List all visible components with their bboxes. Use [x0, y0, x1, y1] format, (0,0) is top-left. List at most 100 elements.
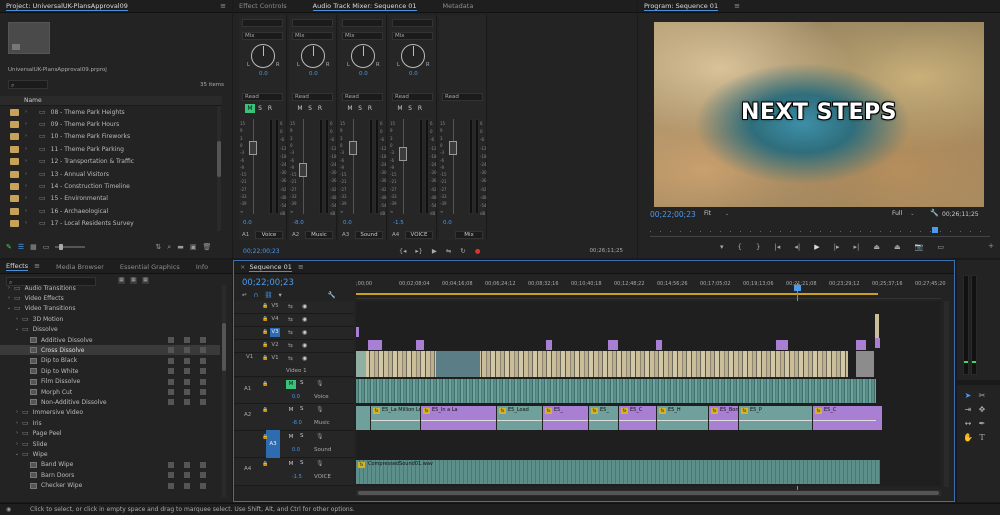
mute-button[interactable]: M	[286, 380, 296, 389]
panel-menu-icon[interactable]: ≡	[34, 263, 40, 270]
chevron-right-icon[interactable]: ›	[25, 146, 27, 153]
timeline-playhead-handle[interactable]	[794, 285, 801, 291]
solo-button[interactable]: S	[300, 406, 304, 412]
zoom-slider[interactable]	[55, 244, 86, 250]
compare-icon[interactable]: ▭	[937, 243, 944, 251]
bin-item[interactable]: › ▭ 16 - Archaeological	[0, 205, 216, 217]
effect-select[interactable]	[392, 19, 433, 27]
extract-icon[interactable]: ⏏	[894, 243, 901, 251]
tab-sequence[interactable]: Sequence 01	[249, 263, 292, 272]
eye-icon[interactable]: ◉	[302, 329, 307, 336]
sync-lock-icon[interactable]: ⇆	[288, 303, 293, 310]
chevron-right-icon[interactable]: ›	[25, 183, 27, 190]
volume-rubberband[interactable]	[619, 420, 656, 421]
track-msr-button[interactable]: S	[355, 104, 365, 113]
effects-scrollbar[interactable]	[222, 285, 226, 497]
volume-value[interactable]: 0.0	[343, 220, 352, 226]
audio-clip-music[interactable]: fx E5_P	[738, 406, 812, 430]
audio-track-header[interactable]: A2 🔒 M S 🎙 -8.0 Music	[234, 404, 354, 431]
audio-track-header[interactable]: A3 🔒 M S 🎙 0.0 Sound	[234, 430, 354, 458]
effect-tree-item[interactable]: › ▭ Iris	[0, 418, 220, 428]
volume-rubberband[interactable]	[589, 420, 618, 421]
bin-item[interactable]: › ▭ 12 - Transportation & Traffic	[0, 156, 216, 168]
tab-program[interactable]: Program: Sequence 01	[644, 2, 719, 11]
audio-clip-music[interactable]: fxE5_Born to Be	[708, 406, 738, 430]
go-to-in-icon[interactable]: |◂	[774, 243, 780, 251]
volume-value[interactable]: -8.0	[293, 220, 304, 226]
source-patch[interactable]: A2	[244, 412, 251, 418]
timeline-timecode[interactable]: 00;22;00;23	[242, 278, 294, 288]
bin-item[interactable]: › ▭ 13 - Annual Visitors	[0, 168, 216, 180]
ripple-edit-tool-icon[interactable]: ✥	[977, 405, 987, 415]
bin-item[interactable]: › ▭ 10 - Theme Park Fireworks	[0, 131, 216, 143]
project-scrollbar[interactable]	[217, 106, 221, 231]
video-clip[interactable]	[356, 327, 359, 337]
video-clip[interactable]	[546, 340, 552, 350]
solo-button[interactable]: S	[300, 380, 304, 386]
effect-select[interactable]	[242, 19, 283, 27]
video-clip[interactable]	[356, 351, 366, 377]
pan-value[interactable]: 0.0	[359, 71, 368, 77]
track-msr-button[interactable]: S	[255, 104, 265, 113]
mute-button[interactable]: M	[286, 433, 296, 442]
video-clip[interactable]	[776, 340, 788, 350]
sync-lock-icon[interactable]: ⇆	[288, 355, 293, 362]
audio-clip-music[interactable]: fx E5_	[542, 406, 588, 430]
audio-clip-music[interactable]: fx E5_H	[656, 406, 708, 430]
volume-fader[interactable]	[349, 141, 357, 155]
mic-icon[interactable]: 🎙	[316, 433, 324, 440]
eye-icon[interactable]: ◉	[302, 303, 307, 310]
mix-select[interactable]: Mix	[292, 32, 333, 40]
effect-tree-item[interactable]: ⌄ ▭ Video Transitions	[0, 304, 220, 314]
source-patch[interactable]: A1	[244, 386, 251, 392]
wrench-icon[interactable]: 🔧	[930, 210, 939, 217]
play-icon[interactable]: ▶	[432, 247, 437, 255]
panel-menu-icon[interactable]: ≡	[298, 263, 304, 271]
chevron-right-icon[interactable]: ›	[14, 316, 20, 323]
lock-icon[interactable]: 🔒	[262, 434, 268, 441]
close-icon[interactable]: ×	[240, 263, 245, 271]
video-clip[interactable]	[875, 314, 879, 338]
chevron-right-icon[interactable]: ›	[25, 121, 27, 128]
panel-menu-icon[interactable]: ≡	[734, 2, 740, 10]
video-clip[interactable]	[656, 340, 662, 350]
video-clip[interactable]	[608, 340, 618, 350]
search-bin-icon[interactable]: ⌕	[167, 243, 171, 251]
mute-button[interactable]: M	[286, 406, 296, 415]
loop-play-icon[interactable]: ↻	[460, 247, 465, 255]
audio-clip-music[interactable]: fx E5_In a La	[420, 406, 496, 430]
audio-clip-music[interactable]	[876, 406, 882, 430]
add-marker-icon[interactable]: ▾	[278, 291, 281, 299]
track-target[interactable]: V3	[270, 328, 280, 337]
video-track-area[interactable]	[356, 301, 941, 378]
track-target[interactable]: V5	[270, 302, 280, 311]
mix-select[interactable]: Mix	[342, 32, 383, 40]
lock-icon[interactable]: 🔒	[262, 355, 268, 362]
program-playhead[interactable]	[932, 227, 938, 233]
slip-tool-icon[interactable]: ↔	[963, 419, 973, 429]
audio-clip-music[interactable]: fx E5_Load	[496, 406, 542, 430]
chevron-right-icon[interactable]: ›	[25, 195, 27, 202]
volume-value[interactable]: 0.0	[443, 220, 452, 226]
effect-tree-item[interactable]: Dip to Black	[0, 356, 220, 366]
effect-tree-item[interactable]: Non-Additive Dissolve	[0, 397, 220, 407]
tab-essential-graphics[interactable]: Essential Graphics	[120, 263, 180, 271]
track-msr-button[interactable]: R	[365, 104, 375, 113]
automation-select[interactable]: Read	[292, 93, 333, 101]
track-volume[interactable]: -1.5	[292, 474, 302, 480]
video-track-header[interactable]: 🔒 V5 ⇆ ◉	[234, 301, 354, 314]
pan-value[interactable]: 0.0	[409, 71, 418, 77]
track-target[interactable]: V1	[270, 354, 280, 363]
eye-icon[interactable]: ◉	[302, 316, 307, 323]
audio-track-header[interactable]: A4 🔒 M S 🎙 -1.5 VOICE	[234, 458, 354, 486]
pan-value[interactable]: 0.0	[259, 71, 268, 77]
source-patch[interactable]: V1	[246, 354, 253, 360]
project-search-input[interactable]: ⌕	[8, 80, 48, 89]
effect-tree-item[interactable]: › ▭ Page Peel	[0, 429, 220, 439]
sync-lock-icon[interactable]: ⇆	[288, 329, 293, 336]
volume-rubberband[interactable]	[657, 420, 708, 421]
track-volume[interactable]: -8.0	[292, 420, 302, 426]
lock-icon[interactable]: 🔒	[262, 381, 268, 388]
video-clip[interactable]	[856, 351, 874, 377]
effect-tree-item[interactable]: Dip to White	[0, 366, 220, 376]
